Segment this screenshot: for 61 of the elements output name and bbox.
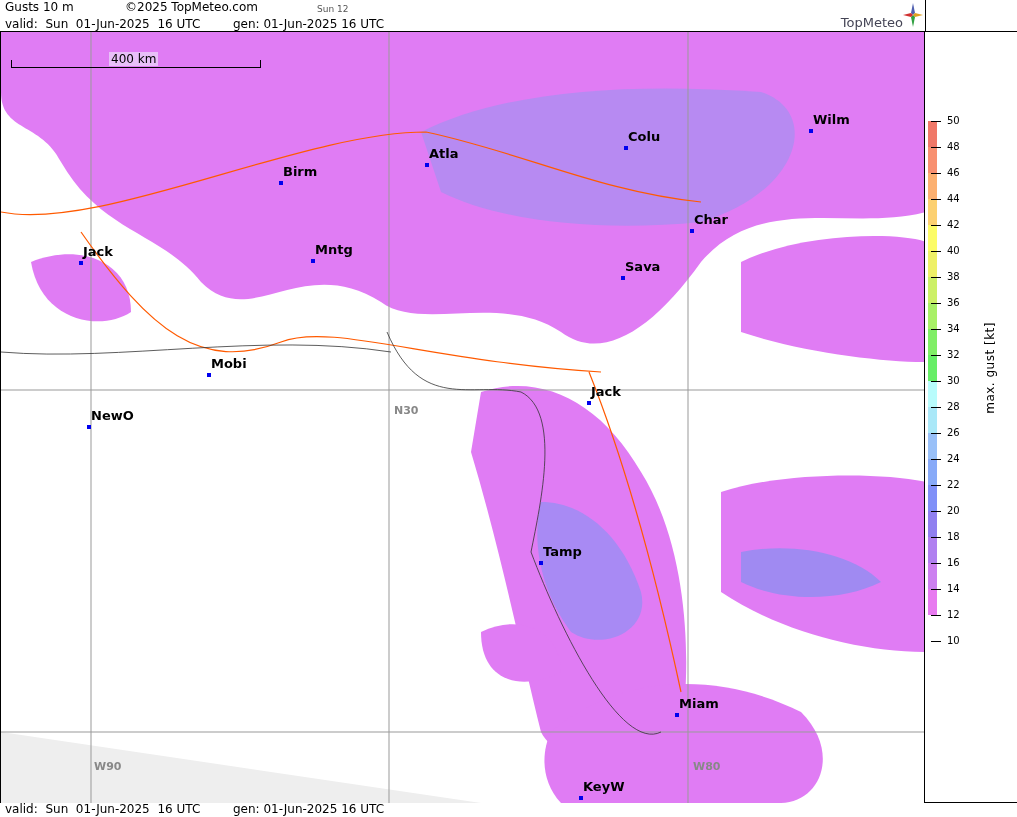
scale-tick-label: 20 xyxy=(947,504,960,518)
scale-tick-label: 12 xyxy=(947,608,960,622)
city-marker-icon xyxy=(539,561,543,565)
city-label: Mntg xyxy=(315,242,353,258)
scale-tick-label: 46 xyxy=(947,166,960,180)
city-marker-icon xyxy=(690,229,694,233)
scale-tick-label: 50 xyxy=(947,114,960,128)
city-marker-icon xyxy=(621,276,625,280)
scale-tick-label: 38 xyxy=(947,270,960,284)
chart-title: Gusts 10 m xyxy=(5,0,75,16)
grid-label: N30 xyxy=(394,404,419,417)
city-marker-icon xyxy=(207,373,211,377)
scale-tick-label: 42 xyxy=(947,218,960,232)
city-label: Wilm xyxy=(813,112,850,128)
scale-tick-label: 22 xyxy=(947,478,960,492)
city-marker-icon xyxy=(311,259,315,263)
scale-tick-label: 34 xyxy=(947,322,960,336)
grid-label: W80 xyxy=(693,760,721,773)
city-marker-icon xyxy=(79,261,83,265)
city-label: Mobi xyxy=(211,356,247,372)
legend-title: max. gust [kt] xyxy=(983,322,997,414)
city-label: KeyW xyxy=(583,779,625,795)
step-label: Sun 12 xyxy=(317,3,349,16)
scale-tick-label: 16 xyxy=(947,556,960,570)
city-label: Char xyxy=(694,212,728,228)
scale-tick-label: 26 xyxy=(947,426,960,440)
scale-tick-label: 48 xyxy=(947,140,960,154)
scale-tick-label: 10 xyxy=(947,634,960,648)
city-label: Sava xyxy=(625,259,661,275)
city-marker-icon xyxy=(587,401,591,405)
scale-tick-label: 28 xyxy=(947,400,960,414)
city-marker-icon xyxy=(579,796,583,800)
scale-tick-label: 40 xyxy=(947,244,960,258)
city-marker-icon xyxy=(809,129,813,133)
city-label: Birm xyxy=(283,164,318,180)
city-label: NewO xyxy=(91,408,134,424)
valid-time: valid: Sun 01-Jun-2025 16 UTC xyxy=(5,17,202,32)
scale-tick-label: 24 xyxy=(947,452,960,466)
city-label: Tamp xyxy=(543,544,582,560)
scale-tick-label: 32 xyxy=(947,348,960,362)
city-label: Colu xyxy=(628,129,661,145)
city-marker-icon xyxy=(279,181,283,185)
city-marker-icon xyxy=(624,146,628,150)
logo-text: TopMeteo xyxy=(840,15,903,31)
scale-tick-label: 44 xyxy=(947,192,960,206)
compass-star-icon xyxy=(903,3,923,27)
scale-label: 400 km xyxy=(109,52,159,66)
grid-label: W90 xyxy=(94,760,122,773)
generated-time: gen: 01-Jun-2025 16 UTC xyxy=(233,17,385,32)
copyright-text: ©2025 TopMeteo.com xyxy=(125,0,259,16)
city-label: Atla xyxy=(429,146,459,162)
city-label: Miam xyxy=(679,696,719,712)
valid-time: valid: Sun 01-Jun-2025 16 UTC xyxy=(5,803,202,817)
city-marker-icon xyxy=(87,425,91,429)
scale-tick-label: 18 xyxy=(947,530,960,544)
city-marker-icon xyxy=(425,163,429,167)
scale-tick-label: 14 xyxy=(947,582,960,596)
scale-tick-label: 30 xyxy=(947,374,960,388)
city-marker-icon xyxy=(675,713,679,717)
scale-tick-label: 36 xyxy=(947,296,960,310)
generated-time: gen: 01-Jun-2025 16 UTC xyxy=(233,803,385,817)
